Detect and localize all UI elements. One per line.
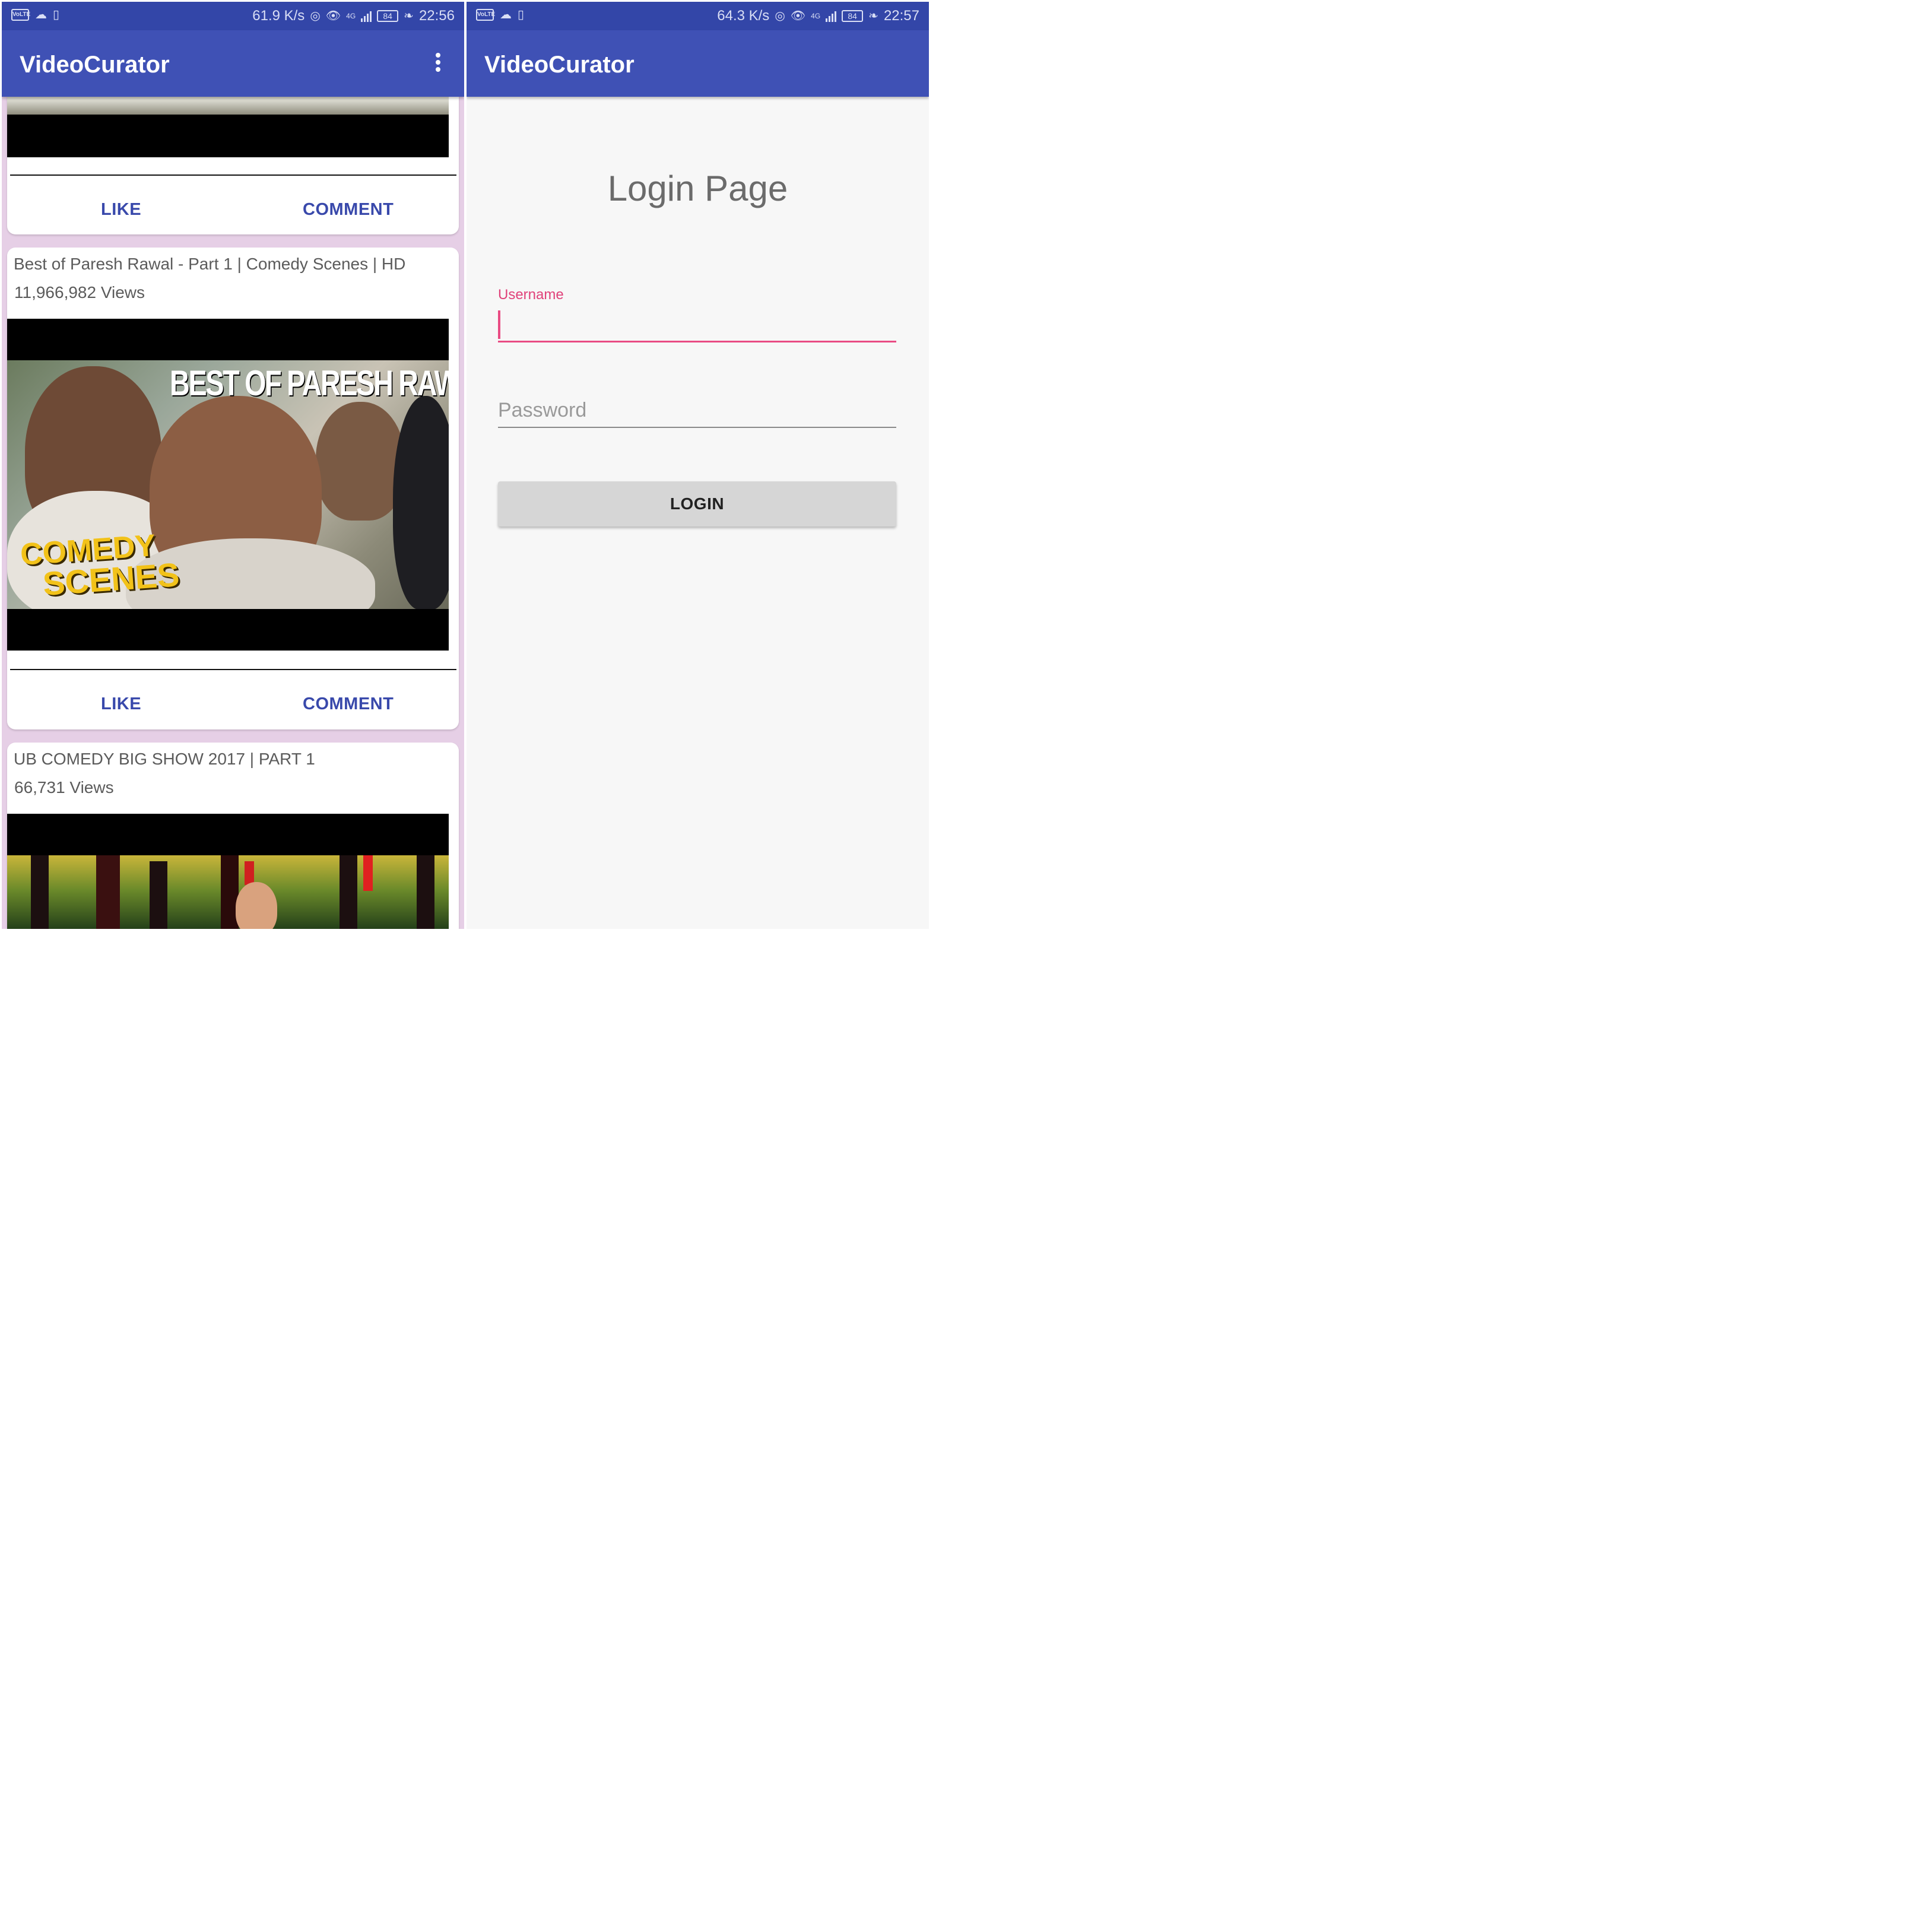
network-speed: 61.9 K/s <box>252 8 305 24</box>
text-cursor <box>498 310 500 339</box>
like-button[interactable]: LIKE <box>101 200 141 220</box>
video-thumbnail[interactable]: BEST OF PARESH RAWAL COMEDY SCENES <box>7 319 449 651</box>
hotspot-icon: ◎ <box>310 9 321 23</box>
comment-button[interactable]: COMMENT <box>303 200 394 220</box>
app-bar: VideoCurator <box>2 30 464 97</box>
video-card: LIKE COMMENT <box>7 79 459 234</box>
like-button[interactable]: LIKE <box>101 694 141 714</box>
battery-level: 84 <box>377 10 399 22</box>
eye-icon: 👁 <box>325 9 341 23</box>
network-type: 4G <box>811 12 821 20</box>
app-title: VideoCurator <box>484 52 635 78</box>
video-title: UB COMEDY BIG SHOW 2017 | PART 1 <box>14 750 315 768</box>
network-type: 4G <box>346 12 356 20</box>
username-input[interactable] <box>498 309 896 342</box>
signal-icon <box>826 10 837 22</box>
eye-icon: 👁 <box>790 9 806 23</box>
overflow-menu-icon[interactable] <box>433 53 443 75</box>
clock: 22:57 <box>883 8 919 24</box>
hotspot-icon: ◎ <box>775 9 785 23</box>
leaf-icon: ❧ <box>868 9 878 23</box>
comment-button[interactable]: COMMENT <box>303 694 394 714</box>
view-count: 11,966,982 Views <box>14 283 145 302</box>
cloud-icon: ☁ <box>500 8 512 21</box>
clock: 22:56 <box>418 8 455 24</box>
status-bar: VoLTE ☁ ▯ 61.9 K/s ◎ 👁 4G 84 ❧ 22:56 <box>2 2 464 30</box>
video-card: Best of Paresh Rawal - Part 1 | Comedy S… <box>7 248 459 729</box>
username-label: Username <box>498 287 564 303</box>
login-button[interactable]: LOGIN <box>498 481 896 526</box>
volte-icon: VoLTE <box>11 9 30 21</box>
signal-icon <box>361 10 372 22</box>
video-thumbnail[interactable] <box>7 814 449 929</box>
app-bar: VideoCurator <box>467 30 929 97</box>
video-title: Best of Paresh Rawal - Part 1 | Comedy S… <box>14 255 406 273</box>
divider <box>10 669 456 670</box>
status-bar: VoLTE ☁ ▯ 64.3 K/s ◎ 👁 4G 84 ❧ 22:57 <box>467 2 929 30</box>
battery-level: 84 <box>842 10 864 22</box>
video-card: UB COMEDY BIG SHOW 2017 | PART 1 66,731 … <box>7 743 459 929</box>
divider <box>10 175 456 176</box>
volte-icon: VoLTE <box>476 9 495 21</box>
thumbnail-caption: BEST OF PARESH RAWAL <box>170 363 449 403</box>
app-title: VideoCurator <box>20 52 170 78</box>
leaf-icon: ❧ <box>404 9 414 23</box>
page-title: Login Page <box>607 169 788 208</box>
battery-charging-icon: ▯ <box>518 8 525 21</box>
cloud-icon: ☁ <box>35 8 47 21</box>
view-count: 66,731 Views <box>14 778 114 797</box>
battery-charging-icon: ▯ <box>53 8 60 21</box>
password-input[interactable] <box>498 394 896 428</box>
login-screen: VoLTE ☁ ▯ 64.3 K/s ◎ 👁 4G 84 ❧ 22:57 Vid… <box>467 2 929 929</box>
network-speed: 64.3 K/s <box>717 8 770 24</box>
feed-screen: VoLTE ☁ ▯ 61.9 K/s ◎ 👁 4G 84 ❧ 22:56 Vid… <box>2 2 464 929</box>
